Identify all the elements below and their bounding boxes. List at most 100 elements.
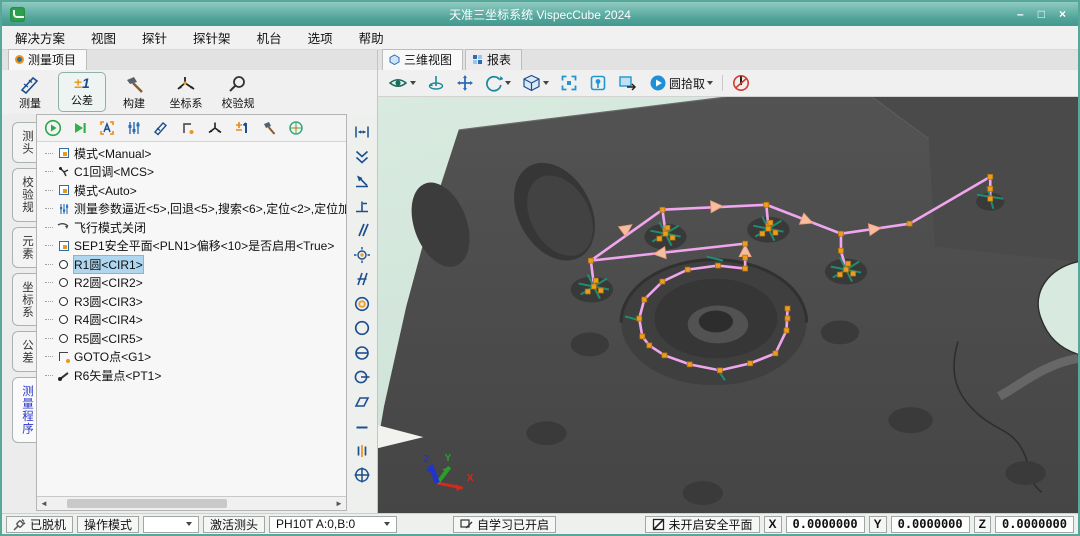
ribbon-tolerance-button[interactable]: ±1 公差: [58, 72, 106, 112]
menu-options[interactable]: 选项: [295, 26, 346, 49]
z-axis-label: Z: [974, 516, 991, 533]
axes-icon: [174, 74, 198, 94]
zoom-fit-button[interactable]: [558, 73, 580, 93]
tolerance-symmetry-bars-icon[interactable]: [351, 441, 373, 461]
tolerance-concentricity-icon[interactable]: [351, 294, 373, 314]
menu-view[interactable]: 视图: [78, 26, 129, 49]
tab-3d-view[interactable]: 三维视图: [382, 49, 463, 70]
tab-tolerance[interactable]: 公差: [12, 331, 36, 372]
menu-probe[interactable]: 探针: [129, 26, 180, 49]
mode-select[interactable]: [143, 516, 199, 533]
tolerance-angle-icon[interactable]: [351, 171, 373, 191]
rotate-button[interactable]: [483, 73, 513, 93]
x-axis-label: X: [764, 516, 782, 533]
pan-button[interactable]: [454, 73, 476, 93]
tolerance-flatness-icon[interactable]: [351, 392, 373, 412]
tree-item-circle-2[interactable]: R2圆<CIR2>: [37, 274, 346, 293]
window-title: 天准三坐标系统 VispecCube 2024: [2, 6, 1078, 23]
tree-item-circle-3[interactable]: R3圆<CIR3>: [37, 292, 346, 311]
viewport-3d[interactable]: Z Y X: [378, 97, 1078, 513]
probe-display-button[interactable]: [730, 73, 752, 93]
tree-horizontal-scrollbar[interactable]: ◄ ►: [37, 496, 346, 510]
magnifier-icon: [226, 74, 250, 94]
close-button[interactable]: ×: [1059, 7, 1066, 21]
tolerance-distance-icon[interactable]: [351, 122, 373, 142]
active-probe-select[interactable]: PH10T A:0,B:0: [269, 516, 397, 533]
orbit-button[interactable]: [425, 73, 447, 93]
menu-help[interactable]: 帮助: [346, 26, 397, 49]
plug-icon: [13, 518, 26, 531]
scroll-left-arrow[interactable]: ◄: [37, 497, 51, 510]
measure-tool-button[interactable]: [150, 117, 172, 139]
compass-icon: [287, 119, 305, 137]
menu-probe-rack[interactable]: 探针架: [180, 26, 244, 49]
params-icon: [56, 203, 71, 215]
tab-element[interactable]: 元素: [12, 227, 36, 268]
params-tool-button[interactable]: [123, 117, 145, 139]
export-view-button[interactable]: [616, 73, 640, 93]
tree-item-goto-point[interactable]: GOTO点<G1>: [37, 348, 346, 367]
tolerance-position-dashed-icon[interactable]: [351, 245, 373, 265]
run-button[interactable]: [42, 117, 64, 139]
tab-coordinate[interactable]: 坐标系: [12, 273, 36, 327]
self-learn-icon: [460, 518, 473, 530]
locate-button[interactable]: [587, 73, 609, 93]
tolerance-roundness-icon[interactable]: [351, 318, 373, 338]
tree-item-safety-plane[interactable]: SEP1安全平面<PLN1>偏移<10>是否启用<True>: [37, 237, 346, 256]
circle-icon: [56, 297, 71, 306]
tab-report[interactable]: 报表: [465, 49, 522, 70]
ribbon-coordinate-button[interactable]: 坐标系: [162, 72, 210, 112]
circle-pick-button[interactable]: 圆拾取: [647, 73, 715, 93]
measure-project-panel: 测量项目 测量 ±1 公差: [2, 50, 378, 513]
step-run-button[interactable]: [69, 117, 91, 139]
tab-probe[interactable]: 测头: [12, 122, 36, 163]
part-model: [378, 97, 1078, 513]
tolerance-angularity-icon[interactable]: [351, 269, 373, 289]
tree-item-vector-point[interactable]: R6矢量点<PT1>: [37, 366, 346, 385]
tolerance-straightness-icon[interactable]: [351, 416, 373, 436]
tree-item-circle-1[interactable]: R1圆<CIR1>: [37, 255, 346, 274]
tree-item-recall-mcs[interactable]: C1回调<MCS>: [37, 163, 346, 182]
tree-item-circle-5[interactable]: R5圆<CIR5>: [37, 329, 346, 348]
tolerance-perpendicularity-icon[interactable]: [351, 196, 373, 216]
tolerance-angle-chevrons-icon[interactable]: [351, 147, 373, 167]
scroll-right-arrow[interactable]: ►: [332, 497, 346, 510]
goto-icon: [179, 119, 197, 137]
construct-tool-button[interactable]: [258, 117, 280, 139]
plus-minus-icon: [233, 119, 251, 137]
tab-measure-project[interactable]: 测量项目: [8, 49, 87, 70]
tolerance-true-position-icon[interactable]: [351, 465, 373, 485]
safety-plane-status: 未开启安全平面: [645, 516, 760, 533]
tolerance-parallelism-icon[interactable]: [351, 220, 373, 240]
ribbon-measure-button[interactable]: 测量: [6, 72, 54, 112]
maximize-button[interactable]: □: [1038, 7, 1045, 21]
tolerance-symmetry-line-icon[interactable]: [351, 343, 373, 363]
dropdown-caret: [543, 81, 549, 85]
pick-mode-icon: [649, 74, 667, 92]
ribbon-gauge-button[interactable]: 校验规: [214, 72, 262, 112]
coordinate-tool-button[interactable]: [204, 117, 226, 139]
menu-machine[interactable]: 机台: [244, 26, 295, 49]
ribbon-construct-button[interactable]: 构建: [110, 72, 158, 112]
tree-item-fly-mode[interactable]: 飞行模式关闭: [37, 218, 346, 237]
label-tool-button[interactable]: [96, 117, 118, 139]
menu-solution[interactable]: 解决方案: [2, 26, 78, 49]
tab-gauge[interactable]: 校验规: [12, 168, 36, 222]
goto-tool-button[interactable]: [177, 117, 199, 139]
status-bar: 已脱机 操作模式 激活测头 PH10T A:0,B:0 自学习已开启 未开启安全…: [2, 513, 1078, 534]
scroll-thumb[interactable]: [67, 499, 227, 508]
caliper-icon: [18, 74, 42, 94]
tolerance-runout-icon[interactable]: [351, 367, 373, 387]
visibility-button[interactable]: [386, 73, 418, 93]
circle-icon: [56, 334, 71, 343]
tolerance-tool-button[interactable]: [231, 117, 253, 139]
tree-item-measure-params[interactable]: 测量参数逼近<5>,回退<5>,搜索<6>,定位<2>,定位加<2>,测量: [37, 200, 346, 219]
tree-item-mode-auto[interactable]: 模式<Auto>: [37, 181, 346, 200]
pin-icon: [589, 74, 607, 92]
tab-measure-program[interactable]: 测量程序: [12, 377, 36, 443]
tree-item-mode-manual[interactable]: 模式<Manual>: [37, 144, 346, 163]
view-cube-button[interactable]: [520, 73, 551, 93]
tree-item-circle-4[interactable]: R4圆<CIR4>: [37, 311, 346, 330]
evaluate-tool-button[interactable]: [285, 117, 307, 139]
minimize-button[interactable]: –: [1017, 7, 1024, 21]
